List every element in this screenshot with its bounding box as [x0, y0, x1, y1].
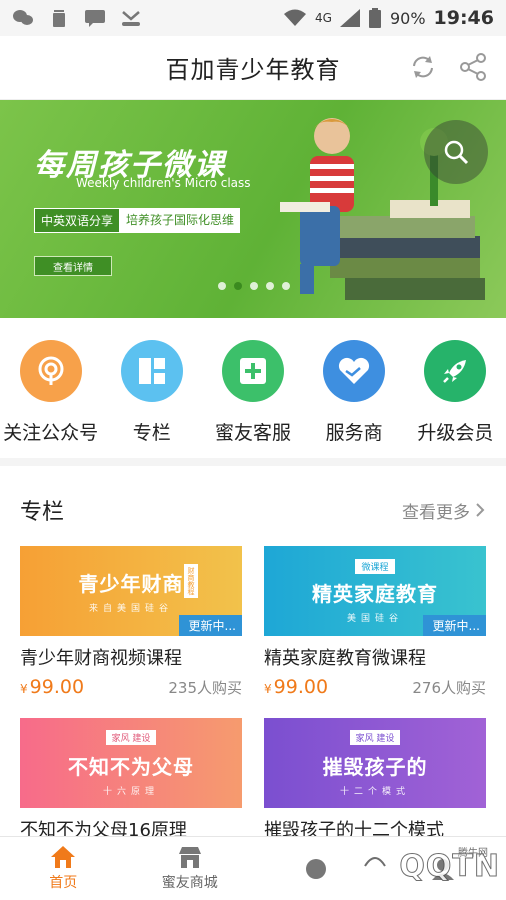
- menu-item-service-provider[interactable]: 服务商: [304, 340, 404, 458]
- course-cover-title: 精英家庭教育: [312, 581, 438, 606]
- see-more-label: 查看更多: [402, 502, 470, 523]
- course-cover: 家风 建设 不知不为父母 十六原理: [20, 718, 242, 808]
- update-ribbon: 更新中...: [178, 615, 242, 636]
- course-price: ¥99.00: [264, 676, 329, 698]
- clock: 19:46: [433, 7, 494, 29]
- banner-pagination: [218, 282, 290, 290]
- nav-label: 首页: [49, 875, 78, 891]
- wechat-icon: [13, 10, 33, 25]
- course-name: 青少年财商视频课程: [20, 648, 182, 669]
- course-badge: 财商教程: [184, 564, 198, 598]
- status-bar: 4G 90% 19:46: [0, 0, 506, 36]
- course-cover: 微课程 精英家庭教育 美国硅谷 更新中...: [264, 546, 486, 636]
- column-section-header: 专栏 查看更多: [0, 474, 506, 546]
- trash-icon: [53, 10, 65, 27]
- menu-label: 关注公众号: [3, 422, 99, 444]
- course-cover: 青少年财商 来自美国硅谷 更新中... 财商教程: [20, 546, 242, 636]
- banner-detail-button[interactable]: 查看详情: [34, 256, 112, 276]
- nav-shop[interactable]: 蜜友商城: [127, 837, 254, 900]
- nav-label: 蜜友商城: [161, 875, 218, 891]
- course-cover-title: 不知不为父母: [68, 754, 194, 779]
- course-badge: 家风 建设: [349, 729, 401, 745]
- nav-icon: [306, 858, 327, 879]
- course-cover-subtitle: 美国硅谷: [346, 613, 403, 624]
- menu-item-upgrade-member[interactable]: 升级会员: [405, 340, 505, 458]
- course-cover-subtitle: 十六原理: [102, 786, 159, 797]
- battery-icon: [368, 8, 381, 28]
- banner-tag-left: 中英双语分享: [34, 208, 121, 233]
- message-icon: [85, 10, 105, 27]
- pagination-dot[interactable]: [266, 282, 274, 290]
- signal-icon: [339, 9, 360, 27]
- course-buy-count: 235人购买: [168, 679, 242, 697]
- search-icon: [444, 140, 469, 165]
- watermark: QQTN 腾牛网: [355, 846, 500, 886]
- wechat-official-icon: [19, 340, 82, 402]
- refresh-icon: [413, 56, 433, 78]
- course-cover-subtitle: 来自美国硅谷: [88, 604, 173, 614]
- wifi-icon: [284, 9, 307, 26]
- network-type: 4G: [315, 11, 332, 25]
- banner-search-button[interactable]: [424, 120, 488, 184]
- course-card[interactable]: 青少年财商 来自美国硅谷 更新中... 财商教程 青少年财商视频课程 ¥99.0…: [20, 546, 242, 698]
- see-more-link[interactable]: 查看更多: [402, 498, 486, 523]
- course-cover: 家风 建设 摧毁孩子的 十二个模式: [264, 718, 486, 808]
- course-buy-count: 276人购买: [412, 679, 486, 697]
- refresh-button[interactable]: [406, 50, 440, 84]
- menu-item-column[interactable]: 专栏: [102, 340, 202, 458]
- rocket-icon: [424, 340, 487, 402]
- course-badge: 家风 建设: [105, 729, 157, 745]
- course-name: 精英家庭教育微课程: [264, 648, 426, 669]
- quick-menu: 关注公众号 专栏 蜜友客服 服务商 升级会员: [0, 318, 506, 466]
- section-title: 专栏: [20, 500, 65, 525]
- course-cover-subtitle: 十二个模式: [339, 786, 410, 797]
- nav-home[interactable]: 首页: [0, 837, 127, 900]
- pagination-dot[interactable]: [218, 282, 226, 290]
- app-header: 百加青少年教育: [0, 36, 506, 100]
- pagination-dot[interactable]: [250, 282, 258, 290]
- grid-icon: [120, 340, 183, 402]
- course-cover-title: 摧毁孩子的: [322, 754, 428, 779]
- page-title: 百加青少年教育: [165, 56, 341, 84]
- menu-label: 升级会员: [417, 422, 494, 444]
- pagination-dot[interactable]: [282, 282, 290, 290]
- watermark-logo-icon: [356, 847, 395, 885]
- watermark-small-text: 腾牛网: [458, 848, 488, 859]
- share-button[interactable]: [456, 50, 490, 84]
- menu-label: 专栏: [132, 422, 171, 444]
- battery-percent: 90%: [389, 8, 426, 28]
- pagination-dot[interactable]: [234, 282, 242, 290]
- menu-item-customer-service[interactable]: 蜜友客服: [203, 340, 303, 458]
- course-card[interactable]: 微课程 精英家庭教育 美国硅谷 更新中... 精英家庭教育微课程 ¥99.00 …: [264, 546, 486, 698]
- shop-icon: [178, 847, 201, 868]
- course-price: ¥99.00: [20, 676, 85, 698]
- missed-call-icon: [122, 11, 140, 26]
- banner-tag-right: 培养孩子国际化思维: [120, 208, 241, 233]
- update-ribbon: 更新中...: [422, 615, 486, 636]
- menu-label: 服务商: [325, 422, 383, 444]
- course-badge: 微课程: [355, 558, 395, 574]
- menu-item-follow-official[interactable]: 关注公众号: [1, 340, 101, 458]
- handshake-heart-icon: [323, 340, 386, 402]
- share-icon: [460, 53, 486, 81]
- course-card[interactable]: 家风 建设 不知不为父母 十六原理 不知不为父母16原理: [20, 718, 242, 842]
- plus-box-icon: [221, 340, 284, 402]
- course-card[interactable]: 家风 建设 摧毁孩子的 十二个模式 摧毁孩子的十二个模式: [264, 718, 486, 842]
- home-icon: [51, 846, 76, 868]
- course-cover-title: 青少年财商: [78, 572, 184, 596]
- menu-label: 蜜友客服: [214, 422, 291, 444]
- banner-subtitle: Weekly children's Micro class: [76, 176, 251, 190]
- chevron-right-icon: [476, 503, 485, 517]
